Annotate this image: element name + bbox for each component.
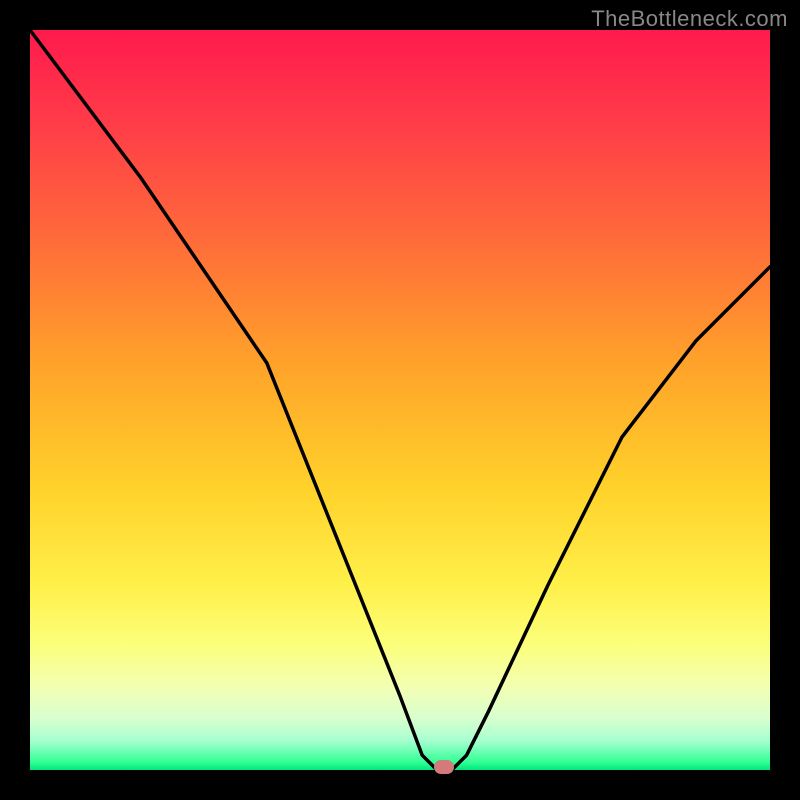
curve-path [30,30,770,770]
plot-area [30,30,770,770]
optimal-marker [434,760,454,774]
chart-frame: TheBottleneck.com [0,0,800,800]
bottleneck-curve [30,30,770,770]
watermark-text: TheBottleneck.com [591,6,788,32]
